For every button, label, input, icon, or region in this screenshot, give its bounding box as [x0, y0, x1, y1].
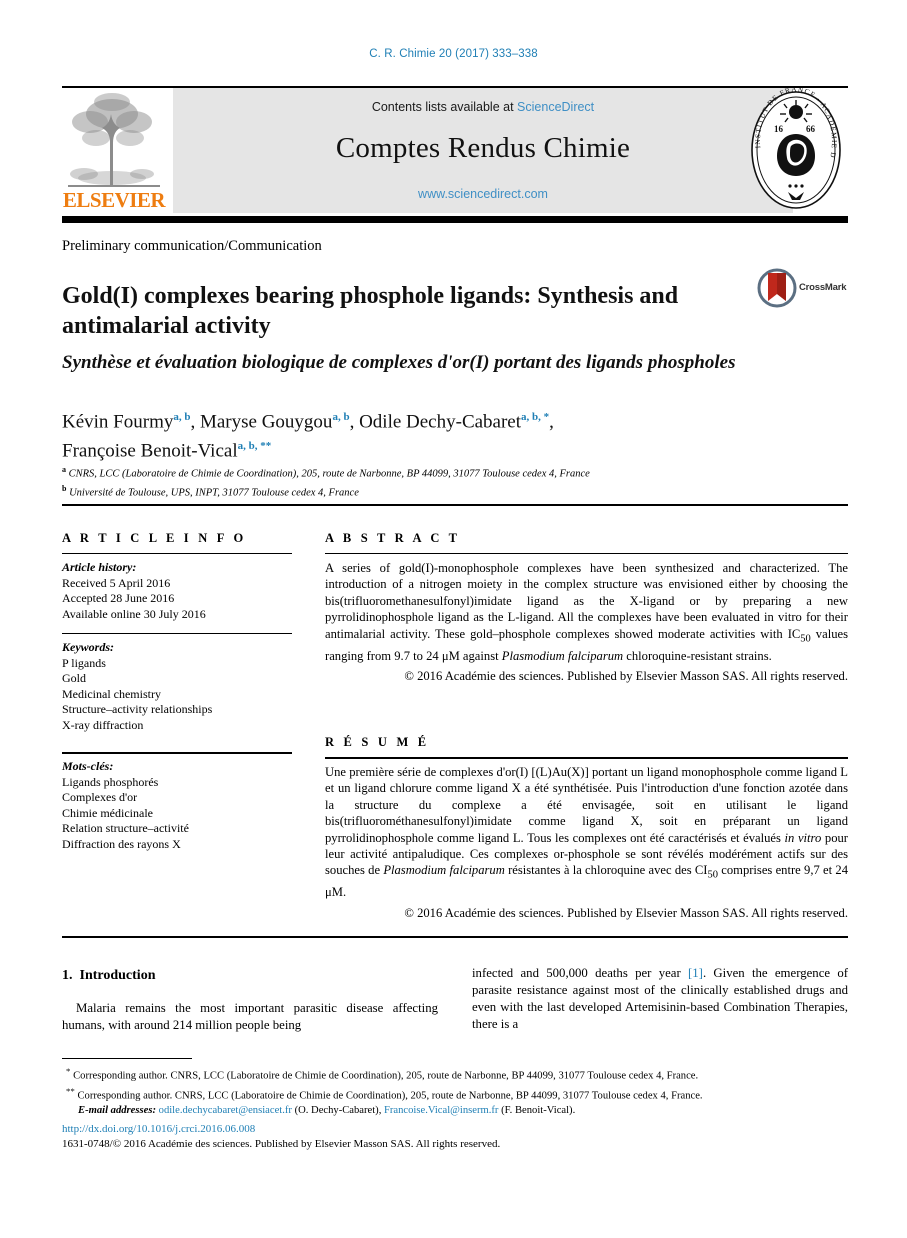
contents-available-line: Contents lists available at ScienceDirec… [173, 100, 793, 114]
keyword-item: X-ray diffraction [62, 717, 144, 732]
footnote-block: * Corresponding author. CNRS, LCC (Labor… [62, 1064, 848, 1119]
footnote-marker: ** [66, 1086, 75, 1097]
elsevier-logo[interactable]: ELSEVIER [62, 88, 166, 213]
motscles-block: Mots-clés: Ligands phosphorés Complexes … [62, 759, 292, 852]
resume-rule [325, 757, 848, 759]
resume-text: Une première série de complexes d'or(I) … [325, 765, 849, 900]
abstract-text: A series of gold(I)-monophosphole comple… [325, 561, 848, 663]
footnote-marker: * [66, 1066, 71, 1076]
section-heading-introduction: 1. Introduction [62, 968, 155, 984]
doi-link[interactable]: http://dx.doi.org/10.1016/j.crci.2016.06… [62, 1122, 848, 1137]
footnote-text: Corresponding author. CNRS, LCC (Laborat… [77, 1090, 703, 1102]
publication-footer: http://dx.doi.org/10.1016/j.crci.2016.06… [62, 1122, 848, 1152]
body-column-left: Malaria remains the most important paras… [62, 1000, 438, 1034]
article-info-rule [62, 553, 292, 554]
affiliation-item: a CNRS, LCC (Laboratoire de Chimie de Co… [62, 463, 762, 482]
body-paragraph: infected and 500,000 deaths per year [1]… [472, 965, 848, 1033]
article-history-received: Received 5 April 2016 [62, 575, 171, 590]
body-column-right: infected and 500,000 deaths per year [1]… [472, 965, 848, 1033]
body-text-part1: infected and 500,000 deaths per year [472, 966, 681, 980]
affiliation-item: b Université de Toulouse, UPS, INPT, 310… [62, 482, 762, 501]
affiliation-text: Université de Toulouse, UPS, INPT, 31077… [69, 487, 359, 498]
section-title: Introduction [79, 968, 156, 983]
journal-article-page: C. R. Chimie 20 (2017) 333–338 ELSEVIER … [0, 0, 907, 1238]
author-list: Kévin Fourmya, b, Maryse Gouygoua, b, Od… [62, 411, 554, 462]
motcle-item: Diffraction des rayons X [62, 836, 181, 851]
page-title: Gold(I) complexes bearing phosphole liga… [62, 283, 679, 340]
author-name: Maryse Gouygou [199, 411, 333, 433]
affiliation-marker: a [62, 465, 66, 474]
article-info-header: A R T I C L E I N F O [62, 531, 247, 545]
svg-text:66: 66 [806, 124, 816, 134]
affiliation-marker: b [62, 483, 67, 493]
page-title-french: Synthèse et évaluation biologique de com… [62, 351, 736, 373]
keyword-item: Structure–activity relationships [62, 702, 213, 716]
resume-copyright: © 2016 Académie des sciences. Published … [404, 905, 848, 920]
motcle-item: Relation structure–activité [62, 821, 189, 835]
motcle-item: Complexes d'or [62, 790, 138, 804]
abstract-rule [325, 553, 848, 554]
author-affiliation-marker[interactable]: a, b, * [521, 411, 549, 423]
article-history-accepted: Accepted 28 June 2016 [62, 591, 175, 605]
journal-banner: ELSEVIER Contents lists available at Sci… [62, 82, 848, 213]
affiliation-list: a CNRS, LCC (Laboratoire de Chimie de Co… [62, 463, 762, 500]
issn-copyright-line: 1631-0748/© 2016 Académie des sciences. … [62, 1138, 501, 1150]
affiliation-text: CNRS, LCC (Laboratoire de Chimie de Coor… [68, 468, 590, 480]
motscles-rule [62, 752, 292, 754]
resume-block: Une première série de complexes d'or(I) … [325, 764, 848, 921]
email-link-1[interactable]: odile.dechycabaret@ensiacet.fr [159, 1105, 292, 1116]
banner-bottom-bar [62, 216, 848, 223]
author-affiliation-marker[interactable]: a, b, ** [238, 440, 272, 452]
motcle-item: Chimie médicinale [62, 805, 153, 820]
keyword-item: Gold [62, 671, 86, 685]
journal-title: Comptes Rendus Chimie [335, 132, 631, 164]
article-type: Preliminary communication/Communication [62, 238, 322, 254]
body-top-rule [62, 936, 848, 938]
keywords-block: Keywords: P ligands Gold Medicinal chemi… [62, 640, 292, 733]
crossmark-badge[interactable]: CrossMark [757, 268, 849, 312]
article-history-online: Available online 30 July 2016 [62, 606, 206, 621]
motscles-label: Mots-clés: [62, 759, 114, 773]
footnote-corresponding-author-2: ** Corresponding author. CNRS, LCC (Labo… [62, 1084, 848, 1104]
author-name: Kévin Fourmy [62, 411, 174, 433]
abstract-block: A series of gold(I)-monophosphole comple… [325, 560, 848, 684]
keyword-item: P ligands [62, 655, 106, 670]
running-head: C. R. Chimie 20 (2017) 333–338 [369, 48, 538, 60]
footnote-rule [62, 1058, 192, 1059]
email-owner-1: (O. Dechy-Cabaret), [294, 1105, 382, 1117]
keywords-rule [62, 633, 292, 634]
abstract-copyright: © 2016 Académie des sciences. Published … [404, 668, 848, 683]
sciencedirect-link[interactable]: ScienceDirect [517, 100, 594, 114]
motcle-item: Ligands phosphorés [62, 774, 159, 789]
author-name: Odile Dechy-Cabaret [359, 411, 522, 433]
footnote-email-addresses: E-mail addresses: odile.dechycabaret@ens… [62, 1104, 848, 1119]
banner-center: Contents lists available at ScienceDirec… [173, 88, 793, 213]
email-addresses-label: E-mail addresses: [78, 1105, 156, 1117]
abstract-section-top-rule [62, 504, 848, 506]
body-paragraph: Malaria remains the most important paras… [62, 1001, 438, 1032]
author-name: Françoise Benoit-Vical [62, 440, 238, 462]
keyword-item: Medicinal chemistry [62, 686, 161, 701]
resume-header: R É S U M É [325, 735, 430, 749]
academie-des-sciences-seal-icon: INSTITUT DE FRANCE · ACADÉMIE DES SCIENC… [741, 82, 848, 213]
crossmark-label: CrossMark [799, 282, 847, 293]
contents-prefix: Contents lists available at [371, 100, 514, 114]
keywords-label: Keywords: [62, 640, 114, 654]
article-history-block: Article history: Received 5 April 2016 A… [62, 560, 292, 622]
author-affiliation-marker[interactable]: a, b [332, 411, 349, 423]
email-owner-2: (F. Benoit-Vical). [501, 1105, 576, 1117]
section-number: 1. [62, 968, 73, 983]
author-affiliation-marker[interactable]: a, b [173, 411, 190, 423]
svg-text:16: 16 [774, 124, 784, 134]
elsevier-tree-icon [68, 93, 160, 187]
article-history-label: Article history: [62, 560, 137, 574]
elsevier-wordmark: ELSEVIER [62, 188, 166, 212]
email-link-2[interactable]: Francoise.Vical@inserm.fr [384, 1105, 498, 1116]
crossmark-icon [757, 268, 797, 308]
footnote-corresponding-author-1: * Corresponding author. CNRS, LCC (Labor… [62, 1064, 848, 1084]
journal-url[interactable]: www.sciencedirect.com [173, 187, 793, 201]
citation-reference-1[interactable]: [1] [688, 966, 703, 980]
footnote-text: Corresponding author. CNRS, LCC (Laborat… [73, 1070, 699, 1082]
abstract-header: A B S T R A C T [325, 531, 461, 545]
